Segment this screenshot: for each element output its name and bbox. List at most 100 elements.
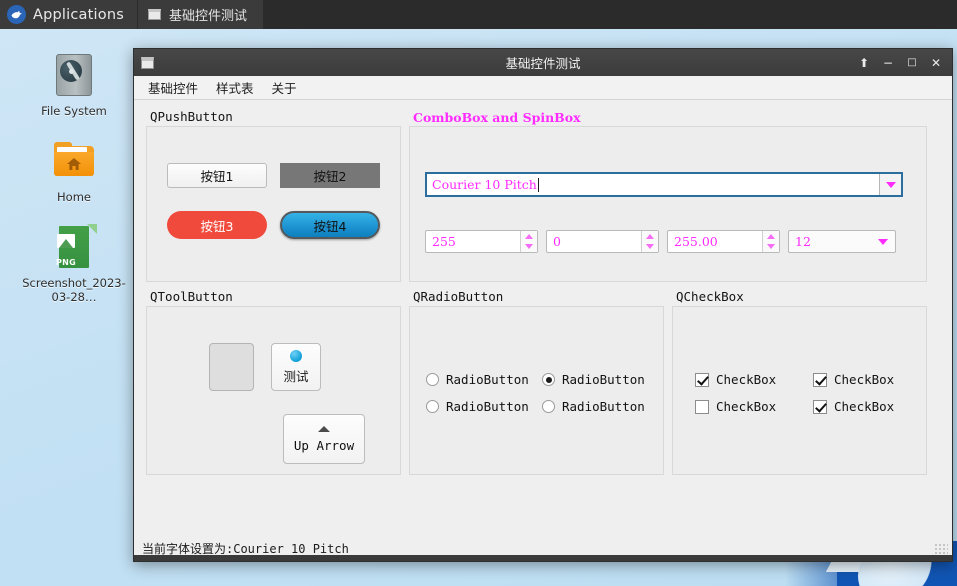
window-title: 基础控件测试 [505,56,581,71]
window-icon [147,9,161,20]
button-2[interactable]: 按钮2 [280,163,380,188]
menubar: 基础控件 样式表 关于 [134,76,952,100]
window-titlebar[interactable]: 基础控件测试 ⬆ − □ ✕ [134,49,952,76]
group-title-checkbox: QCheckBox [676,289,744,304]
window-icon [141,56,154,69]
triangle-down-icon [525,244,533,250]
spinbox-2[interactable]: 0 [546,230,659,253]
maximize-button[interactable]: □ [901,52,923,74]
pushbutton-row-2: 按钮3 按钮4 [167,211,380,239]
spinbox-1-value[interactable]: 255 [426,231,520,252]
triangle-down-icon [646,244,654,250]
toolbutton-test-label: 测试 [283,368,309,384]
radio-option-3[interactable]: RadioButton [426,399,542,414]
button-1[interactable]: 按钮1 [167,163,267,188]
group-frame: RadioButton RadioButton RadioButton Radi… [409,306,664,475]
group-combobox-spinbox: ComboBox and SpinBox Courier 10 Pitch 25… [409,110,927,282]
button-4[interactable]: 按钮4 [280,211,380,239]
font-family-text: Courier 10 Pitch [432,177,537,192]
spinbox-1-buttons [520,231,537,252]
pushbutton-container: 按钮1 按钮2 按钮3 按钮4 [167,163,380,262]
combobox-dropdown-button[interactable] [879,174,901,195]
radio-indicator-selected[interactable] [542,373,555,386]
radio-indicator[interactable] [426,400,439,413]
group-frame: 测试 Up Arrow [146,306,401,475]
font-size-combobox[interactable]: 12 [788,230,896,253]
applications-button[interactable]: Applications [0,0,137,29]
spinbox-1-down-button[interactable] [521,242,537,253]
window-content: QPushButton 按钮1 按钮2 按钮3 按钮4 ComboBox and… [134,100,952,561]
menu-item-stylesheet[interactable]: 样式表 [207,75,263,100]
checkbox-option-1[interactable]: CheckBox [695,372,813,387]
widget-grid: QPushButton 按钮1 按钮2 按钮3 按钮4 ComboBox and… [146,109,940,475]
close-button[interactable]: ✕ [925,52,947,74]
triangle-up-icon [767,233,775,239]
checkbox-indicator-checked[interactable] [813,399,827,414]
window-controls: ⬆ − □ ✕ [853,52,947,74]
radio-option-2[interactable]: RadioButton [542,372,658,387]
triangle-down-icon [767,244,775,250]
spinbox-2-down-button[interactable] [642,242,658,253]
up-arrow-icon [318,425,330,432]
toolbutton-up-arrow[interactable]: Up Arrow [283,414,365,464]
radio-indicator[interactable] [542,400,555,413]
minimize-button[interactable]: − [877,52,899,74]
double-spinbox-up-button[interactable] [763,231,779,242]
desktop-icon-label: Home [57,190,91,204]
double-spinbox-down-button[interactable] [763,242,779,253]
toolbutton-blank[interactable] [209,343,254,391]
shade-button[interactable]: ⬆ [853,52,875,74]
font-family-combobox[interactable]: Courier 10 Pitch [425,172,903,197]
group-frame: 按钮1 按钮2 按钮3 按钮4 [146,126,401,282]
triangle-up-icon [525,233,533,239]
double-spinbox[interactable]: 255.00 [667,230,780,253]
checkbox-option-4[interactable]: CheckBox [813,399,931,414]
folder-home-icon [51,138,97,184]
top-panel: Applications 基础控件测试 [0,0,957,29]
checkbox-label: CheckBox [716,372,777,387]
spinbox-2-value[interactable]: 0 [547,231,641,252]
checkbox-indicator-checked[interactable] [813,372,827,387]
pushbutton-row-1: 按钮1 按钮2 [167,163,380,188]
button-3[interactable]: 按钮3 [167,211,267,239]
radio-label: RadioButton [562,372,645,387]
radio-indicator[interactable] [426,373,439,386]
font-family-value[interactable]: Courier 10 Pitch [427,174,879,195]
desktop-icon-label: File System [41,104,107,118]
radio-option-4[interactable]: RadioButton [542,399,658,414]
taskbar-window-entry[interactable]: 基础控件测试 [136,0,263,29]
window-bottom-edge [134,555,952,561]
double-spinbox-value[interactable]: 255.00 [668,231,762,252]
spinbox-2-buttons [641,231,658,252]
checkbox-indicator-checked[interactable] [695,372,709,387]
taskbar-window-label: 基础控件测试 [168,9,247,24]
double-spinbox-buttons [762,231,779,252]
spinbox-1[interactable]: 255 [425,230,538,253]
group-frame: CheckBox CheckBox CheckBox CheckBox [672,306,927,475]
desktop-icon-home[interactable]: Home [22,138,126,204]
radio-label: RadioButton [562,399,645,414]
triangle-up-icon [646,233,654,239]
spinbox-row: 255 0 255.00 12 [425,230,896,253]
blue-circle-icon [290,349,302,362]
png-badge: PNG [55,258,77,267]
toolbutton-test[interactable]: 测试 [271,343,321,391]
statusbar-text: 当前字体设置为:Courier 10 Pitch [142,541,349,556]
checkbox-label: CheckBox [834,372,895,387]
group-pushbutton: QPushButton 按钮1 按钮2 按钮3 按钮4 [146,109,401,282]
menu-item-basic-widgets[interactable]: 基础控件 [139,75,207,100]
spinbox-2-up-button[interactable] [642,231,658,242]
text-cursor [537,177,539,192]
checkbox-option-3[interactable]: CheckBox [695,399,813,414]
checkbox-label: CheckBox [834,399,895,414]
desktop-icon-screenshot[interactable]: PNG Screenshot_2023-03-28… [22,224,126,304]
checkbox-option-2[interactable]: CheckBox [813,372,931,387]
menu-item-about[interactable]: 关于 [263,75,306,100]
radio-option-1[interactable]: RadioButton [426,372,542,387]
group-checkbox: QCheckBox CheckBox CheckBox CheckBox Che… [672,289,927,475]
font-size-value: 12 [795,234,811,249]
spinbox-1-up-button[interactable] [521,231,537,242]
desktop-icon-file-system[interactable]: File System [22,52,126,118]
toolbutton-container: 测试 Up Arrow [147,307,400,474]
checkbox-indicator[interactable] [695,399,709,414]
